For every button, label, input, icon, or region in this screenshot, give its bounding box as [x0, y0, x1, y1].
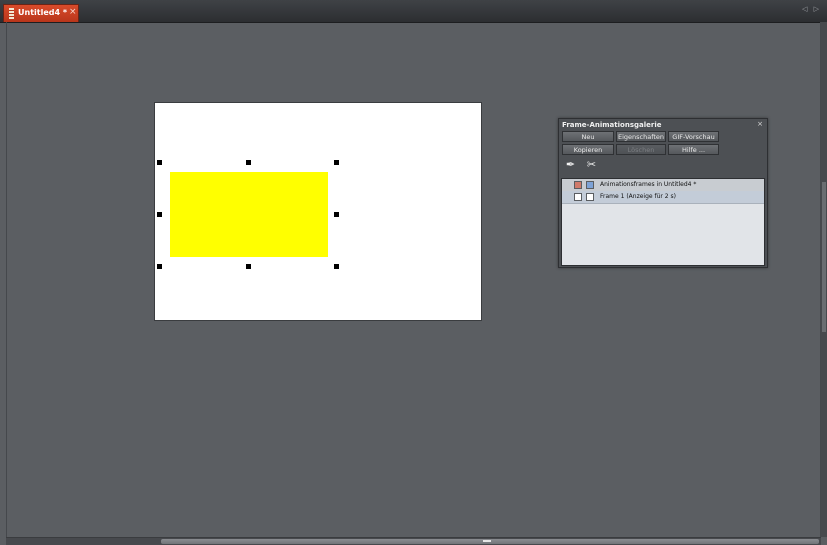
panel-title: Frame-Animationsgalerie: [562, 121, 662, 129]
frame-animation-panel: Frame-Animationsgalerie × Neu Eigenschaf…: [558, 118, 768, 268]
document-tab-label: Untitled4 *: [18, 8, 68, 17]
selection-handle-middle-left[interactable]: [157, 212, 162, 217]
root-label: Animationsframes in Untitled4 *: [600, 181, 697, 188]
help-button[interactable]: Hilfe ...: [668, 144, 719, 155]
root-checkbox[interactable]: [574, 181, 582, 189]
copy-button[interactable]: Kopieren: [562, 144, 614, 155]
delete-button[interactable]: Löschen: [616, 144, 666, 155]
list-item-frame[interactable]: Frame 1 (Anzeige für 2 s): [562, 191, 764, 204]
horizontal-scrollbar[interactable]: [6, 537, 821, 545]
tab-scroll-arrows-icon[interactable]: ◁ ▷: [802, 5, 821, 13]
frame-list[interactable]: Animationsframes in Untitled4 * Frame 1 …: [561, 178, 765, 266]
new-button[interactable]: Neu: [562, 131, 614, 142]
gif-preview-button[interactable]: GIF-Vorschau: [668, 131, 719, 142]
root-folder-icon: [586, 181, 594, 189]
delete-frame-icon[interactable]: ✂: [585, 158, 598, 171]
yellow-rectangle[interactable]: [170, 172, 328, 257]
vertical-scroll-thumb[interactable]: [822, 182, 826, 332]
frame-visibility-checkbox[interactable]: [586, 193, 594, 201]
close-tab-icon[interactable]: ×: [69, 7, 77, 17]
document-tab[interactable]: Untitled4 * ×: [3, 4, 79, 22]
scroll-grip-icon: [483, 540, 491, 542]
selection-handle-top-center[interactable]: [246, 160, 251, 165]
list-item-root[interactable]: Animationsframes in Untitled4 *: [562, 179, 764, 191]
selection-handle-bottom-right[interactable]: [334, 264, 339, 269]
frame-label: Frame 1 (Anzeige für 2 s): [600, 193, 676, 200]
panel-close-icon[interactable]: ×: [757, 120, 763, 128]
selection-handle-top-right[interactable]: [334, 160, 339, 165]
properties-button[interactable]: Eigenschaften: [616, 131, 666, 142]
frame-checkbox[interactable]: [574, 193, 582, 201]
vertical-scrollbar[interactable]: [821, 22, 827, 537]
document-tab-bar: Untitled4 * × ◁ ▷: [0, 0, 827, 23]
selection-handle-top-left[interactable]: [157, 160, 162, 165]
selection-handle-bottom-center[interactable]: [246, 264, 251, 269]
selection-handle-middle-right[interactable]: [334, 212, 339, 217]
selection-handle-bottom-left[interactable]: [157, 264, 162, 269]
new-frame-icon[interactable]: ✒: [564, 158, 577, 171]
document-icon: [9, 8, 14, 19]
